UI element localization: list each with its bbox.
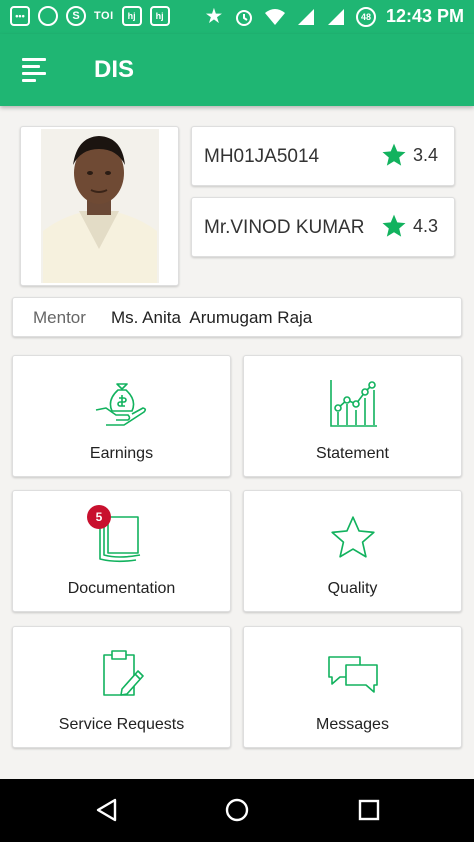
earnings-label: Earnings: [89, 445, 154, 462]
mentor-row: Mentor Ms. Anita Arumugam Raja: [12, 297, 462, 337]
toi-icon: TOI: [94, 10, 114, 22]
chat-bubbles-icon: [327, 656, 378, 693]
star-outline-icon: [330, 516, 375, 558]
vehicle-rating-value: 3.4: [412, 144, 438, 165]
skype-icon: S: [66, 6, 86, 26]
statement-label: Statement: [316, 445, 389, 462]
signal-icon: [327, 8, 344, 25]
driver-card: Mr.VINOD KUMAR 4.3: [191, 197, 455, 257]
app-title: DIS: [94, 56, 135, 83]
hj-icon: hj: [149, 6, 170, 26]
navigation-bar: [0, 779, 474, 842]
service-requests-tile[interactable]: Service Requests: [12, 626, 231, 748]
recents-icon[interactable]: [356, 797, 382, 823]
signal-icon: [297, 8, 314, 25]
vehicle-rating: 3.4: [381, 142, 438, 168]
mentor-name: Ms. Anita Arumugam Raja: [111, 308, 313, 327]
menu-icon[interactable]: [22, 58, 50, 82]
wifi-icon: [264, 8, 285, 25]
statement-tile[interactable]: Statement: [243, 355, 462, 477]
quality-label: Quality: [327, 580, 378, 597]
notification-icons: ••• S TOI hj hj: [10, 6, 170, 26]
driver-photo: [20, 126, 179, 286]
vehicle-card: MH01JA5014 3.4: [191, 126, 455, 186]
earnings-tile[interactable]: Earnings: [12, 355, 231, 477]
documentation-badge: 5: [87, 505, 111, 529]
home-icon[interactable]: [224, 797, 250, 823]
alarm-icon: [235, 9, 252, 26]
driver-name: Mr.VINOD KUMAR: [204, 217, 365, 238]
message-icon: •••: [10, 6, 30, 26]
app-bar: DIS: [0, 34, 474, 106]
system-icons: ★ 48 12:43 PM: [204, 6, 464, 27]
service-requests-label: Service Requests: [58, 716, 185, 733]
clock: 12:43 PM: [385, 6, 464, 26]
vehicle-number: MH01JA5014: [204, 146, 320, 167]
mentor-label: Mentor: [33, 308, 86, 327]
driver-rating: 4.3: [381, 213, 438, 239]
clipboard-edit-icon: [102, 650, 144, 696]
money-bag-hand-icon: [95, 383, 146, 426]
messages-tile[interactable]: Messages: [243, 626, 462, 748]
back-icon[interactable]: [94, 797, 120, 823]
whatsapp-icon: [38, 6, 58, 26]
documentation-label: Documentation: [67, 580, 176, 597]
star-icon: [382, 214, 406, 237]
line-chart-icon: [329, 380, 377, 427]
messages-label: Messages: [316, 716, 389, 733]
documentation-tile[interactable]: 5 Documentation: [12, 490, 231, 612]
star-icon: ★: [205, 6, 223, 26]
hj-icon: hj: [121, 6, 142, 26]
status-bar: ••• S TOI hj hj ★ 48 12:43 PM: [0, 0, 474, 34]
battery-icon: 48: [355, 6, 376, 27]
star-icon: [382, 143, 406, 166]
quality-tile[interactable]: Quality: [243, 490, 462, 612]
driver-rating-value: 4.3: [412, 215, 438, 236]
